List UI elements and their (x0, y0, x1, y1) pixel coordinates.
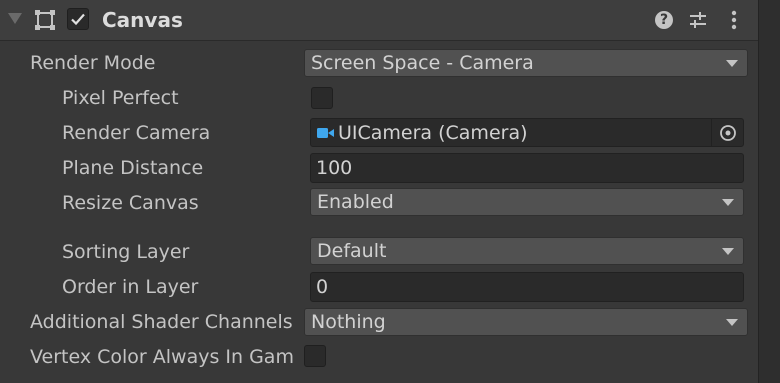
resize-canvas-dropdown[interactable]: Enabled (310, 188, 744, 216)
dropdown-arrow-icon (722, 248, 734, 255)
render-camera-object-field[interactable]: UICamera (Camera) (310, 118, 744, 147)
plane-distance-value: 100 (316, 157, 353, 179)
pixel-perfect-checkbox[interactable] (311, 87, 333, 109)
order-in-layer-label: Order in Layer (62, 276, 199, 298)
vertex-color-always-in-gamma-checkbox[interactable] (304, 345, 326, 367)
plane-distance-input[interactable]: 100 (310, 153, 744, 183)
dropdown-arrow-icon (722, 199, 734, 206)
additional-shader-channels-label: Additional Shader Channels (30, 311, 293, 333)
additional-shader-channels-dropdown[interactable]: Nothing (304, 308, 748, 336)
resize-canvas-value: Enabled (317, 191, 394, 213)
plane-distance-label: Plane Distance (62, 157, 204, 179)
sorting-layer-value: Default (317, 240, 387, 262)
additional-shader-channels-value: Nothing (311, 311, 386, 333)
order-in-layer-value: 0 (316, 276, 329, 298)
render-mode-label: Render Mode (30, 52, 156, 74)
help-icon[interactable]: ? (653, 9, 675, 31)
render-camera-label: Render Camera (62, 122, 211, 144)
camera-icon (317, 128, 334, 138)
sorting-layer-dropdown[interactable]: Default (310, 237, 744, 265)
resize-canvas-label: Resize Canvas (62, 192, 199, 214)
vertex-color-always-in-gamma-label: Vertex Color Always In Gam (30, 346, 294, 368)
canvas-icon (35, 10, 55, 30)
object-picker-icon (720, 125, 736, 141)
sorting-layer-label: Sorting Layer (62, 241, 190, 263)
inspector-scrollbar[interactable] (758, 0, 780, 383)
checkmark-icon (71, 13, 85, 26)
pixel-perfect-label: Pixel Perfect (62, 87, 179, 109)
dropdown-arrow-icon (726, 319, 738, 326)
render-mode-value: Screen Space - Camera (311, 52, 534, 74)
object-picker-button[interactable] (711, 119, 743, 147)
foldout-arrow-icon[interactable] (8, 13, 22, 24)
dropdown-arrow-icon (726, 60, 738, 67)
presets-icon[interactable] (687, 9, 709, 31)
render-mode-dropdown[interactable]: Screen Space - Camera (304, 49, 748, 77)
component-title: Canvas (102, 8, 183, 32)
kebab-menu-icon[interactable] (723, 9, 745, 31)
render-camera-value: UICamera (Camera) (338, 122, 528, 144)
component-header[interactable]: Canvas ? (0, 0, 758, 41)
component-enabled-checkbox[interactable] (67, 8, 89, 30)
order-in-layer-input[interactable]: 0 (310, 272, 744, 302)
